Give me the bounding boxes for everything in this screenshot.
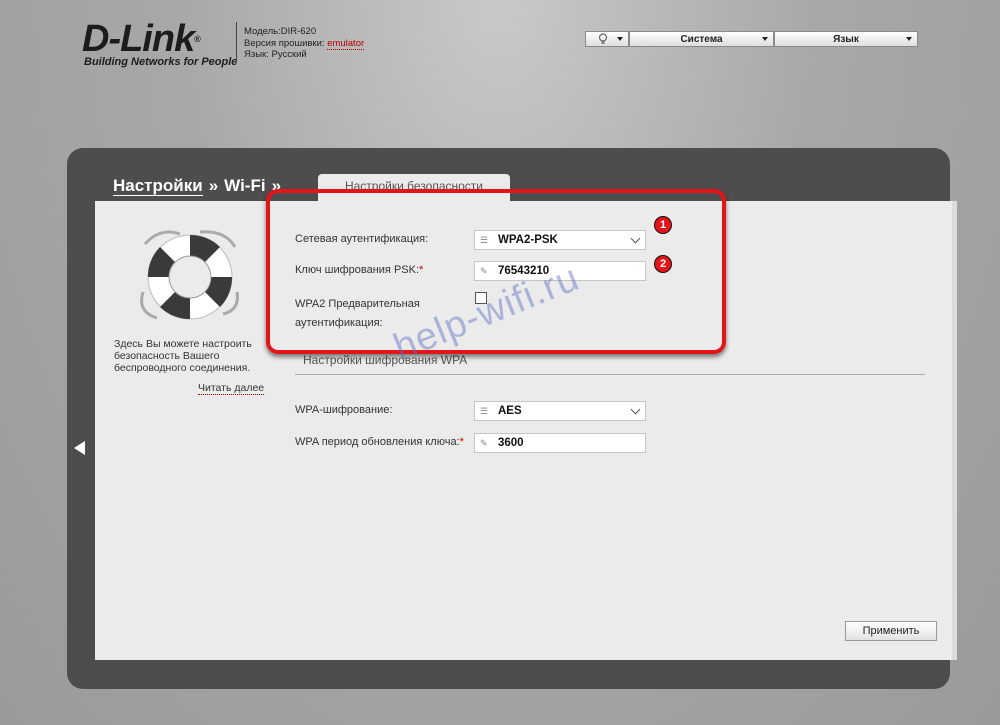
annotation-badge-1: 1	[654, 216, 672, 234]
model-text: Модель:DIR-620	[244, 26, 317, 37]
lightbulb-icon	[598, 33, 608, 49]
language-info: Язык: Русский	[244, 49, 307, 60]
rekey-input-value: 3600	[498, 437, 524, 449]
logo-text: D-Link	[82, 18, 195, 60]
list-icon: ☰	[480, 405, 489, 416]
top-menu-bar: Система Язык	[585, 31, 918, 49]
language-menu[interactable]: Язык	[774, 31, 918, 47]
tips-button[interactable]	[585, 31, 629, 47]
rekey-label: WPA период обновления ключа:	[295, 436, 460, 448]
breadcrumb-settings[interactable]: Настройки	[113, 176, 203, 196]
device-info: Модель:DIR-620 Версия прошивки: emulator…	[244, 26, 365, 61]
wpa-enc-select-value: AES	[498, 405, 522, 417]
wpa-enc-select[interactable]: ☰ AES	[474, 401, 646, 421]
chevron-down-icon	[762, 37, 768, 41]
apply-button[interactable]: Применить	[845, 621, 937, 641]
section-title-wpa: Настройки шифрования WPA	[303, 353, 468, 367]
logo-tagline: Building Networks for People	[84, 56, 238, 68]
header-divider	[236, 22, 237, 62]
breadcrumb-wifi[interactable]: Wi-Fi	[224, 176, 265, 195]
annotation-badge-2: 2	[654, 255, 672, 273]
rekey-input[interactable]: ✎ 3600	[474, 433, 646, 453]
wpa-enc-label: WPA-шифрование:	[295, 404, 393, 416]
logo-reg: ®	[194, 34, 201, 44]
lifebuoy-icon	[135, 222, 245, 332]
rekey-label-row: WPA период обновления ключа:*	[295, 436, 464, 448]
language-menu-label: Язык	[833, 33, 859, 45]
pencil-icon: ✎	[480, 437, 488, 448]
read-more-link[interactable]: Читать далее	[198, 382, 265, 395]
system-menu-label: Система	[680, 33, 723, 45]
chevron-down-icon	[906, 37, 912, 41]
help-description: Здесь Вы можете настроить безопасность В…	[114, 338, 252, 374]
breadcrumb-sep: »	[208, 176, 219, 195]
section-divider	[295, 374, 925, 375]
chevron-down-icon	[617, 37, 623, 41]
back-arrow-icon[interactable]	[74, 441, 85, 455]
system-menu[interactable]: Система	[629, 31, 774, 47]
dlink-logo: D-Link® Building Networks for People	[82, 20, 238, 68]
firmware-label: Версия прошивки:	[244, 37, 325, 49]
breadcrumb: Настройки» Wi-Fi»	[113, 176, 287, 196]
firmware-value: emulator	[327, 37, 365, 50]
required-mark: *	[459, 436, 464, 448]
chevron-down-icon	[630, 404, 641, 414]
firmware-row: Версия прошивки: emulator	[244, 37, 365, 50]
